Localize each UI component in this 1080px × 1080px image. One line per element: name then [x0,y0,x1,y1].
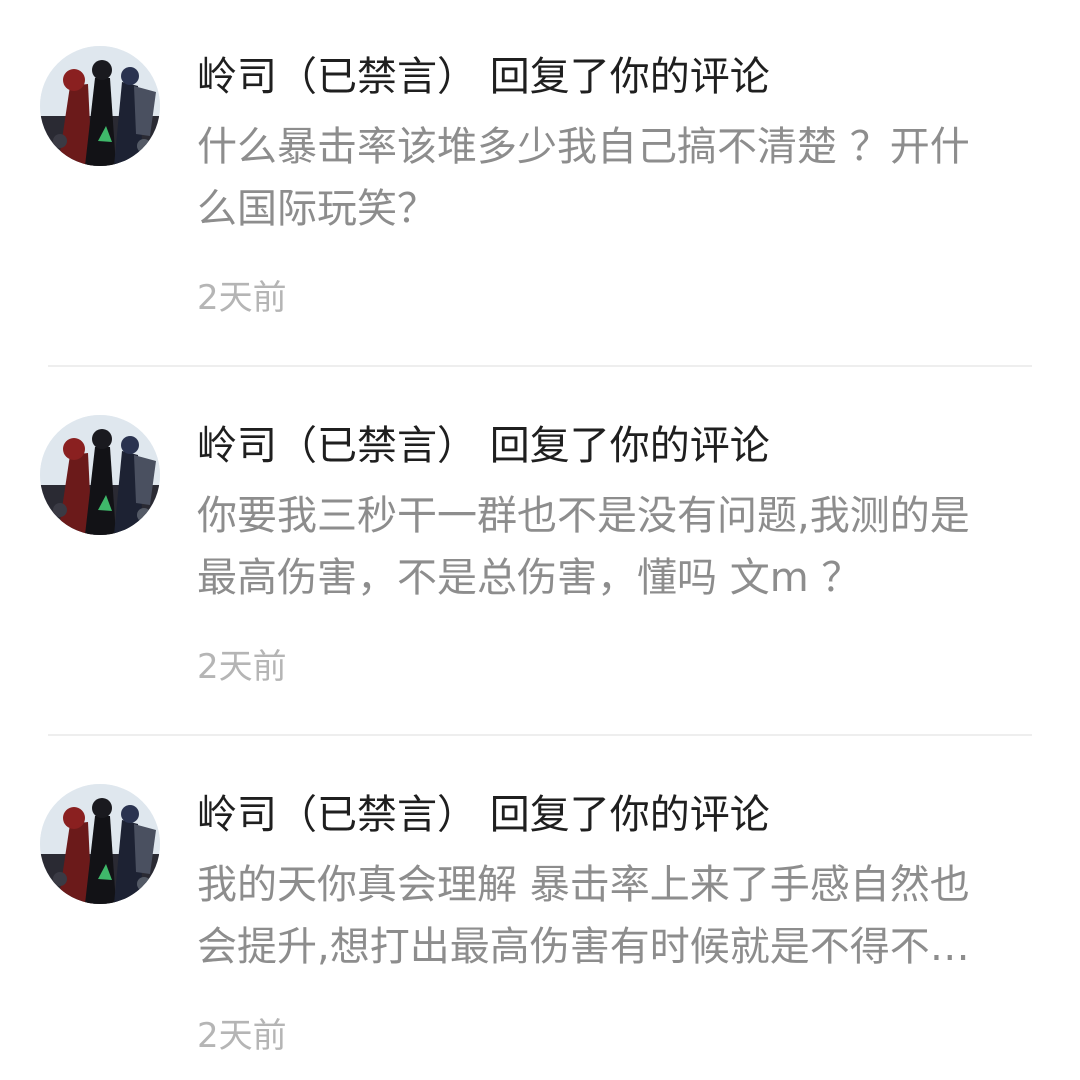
divider [48,734,1032,736]
avatar[interactable] [40,415,160,535]
avatar-illustration [40,46,160,166]
avatar-illustration [40,415,160,535]
comment-text[interactable]: 什么暴击率该堆多少我自己搞不清楚 ？开什 么国际玩笑？ [197,116,1017,240]
timestamp: 2天前 [197,1016,287,1056]
avatar[interactable] [40,46,160,166]
comment-text[interactable]: 我的天你真会理解 暴击率上来了手感自然也 会提升,想打出最高伤害有时候就是不得不… [197,854,1017,978]
avatar[interactable] [40,784,160,904]
notification-list: 岭司（已禁言） 回复了你的评论 什么暴击率该堆多少我自己搞不清楚 ？开什 么国际… [0,0,1080,1080]
comment-text[interactable]: 你要我三秒干一群也不是没有问题,我测的是 最高伤害，不是总伤害，懂吗 文m ？ [197,485,1017,609]
avatar-illustration [40,784,160,904]
notification-title: 岭司（已禁言） 回复了你的评论 [197,423,770,469]
notification-item[interactable]: 岭司（已禁言） 回复了你的评论 你要我三秒干一群也不是没有问题,我测的是 最高伤… [0,369,1080,738]
notification-item[interactable]: 岭司（已禁言） 回复了你的评论 我的天你真会理解 暴击率上来了手感自然也 会提升… [0,738,1080,1080]
timestamp: 2天前 [197,647,287,687]
notification-title: 岭司（已禁言） 回复了你的评论 [197,792,770,838]
notification-title: 岭司（已禁言） 回复了你的评论 [197,54,770,100]
notification-item[interactable]: 岭司（已禁言） 回复了你的评论 什么暴击率该堆多少我自己搞不清楚 ？开什 么国际… [0,0,1080,369]
divider [48,365,1032,367]
timestamp: 2天前 [197,278,287,318]
